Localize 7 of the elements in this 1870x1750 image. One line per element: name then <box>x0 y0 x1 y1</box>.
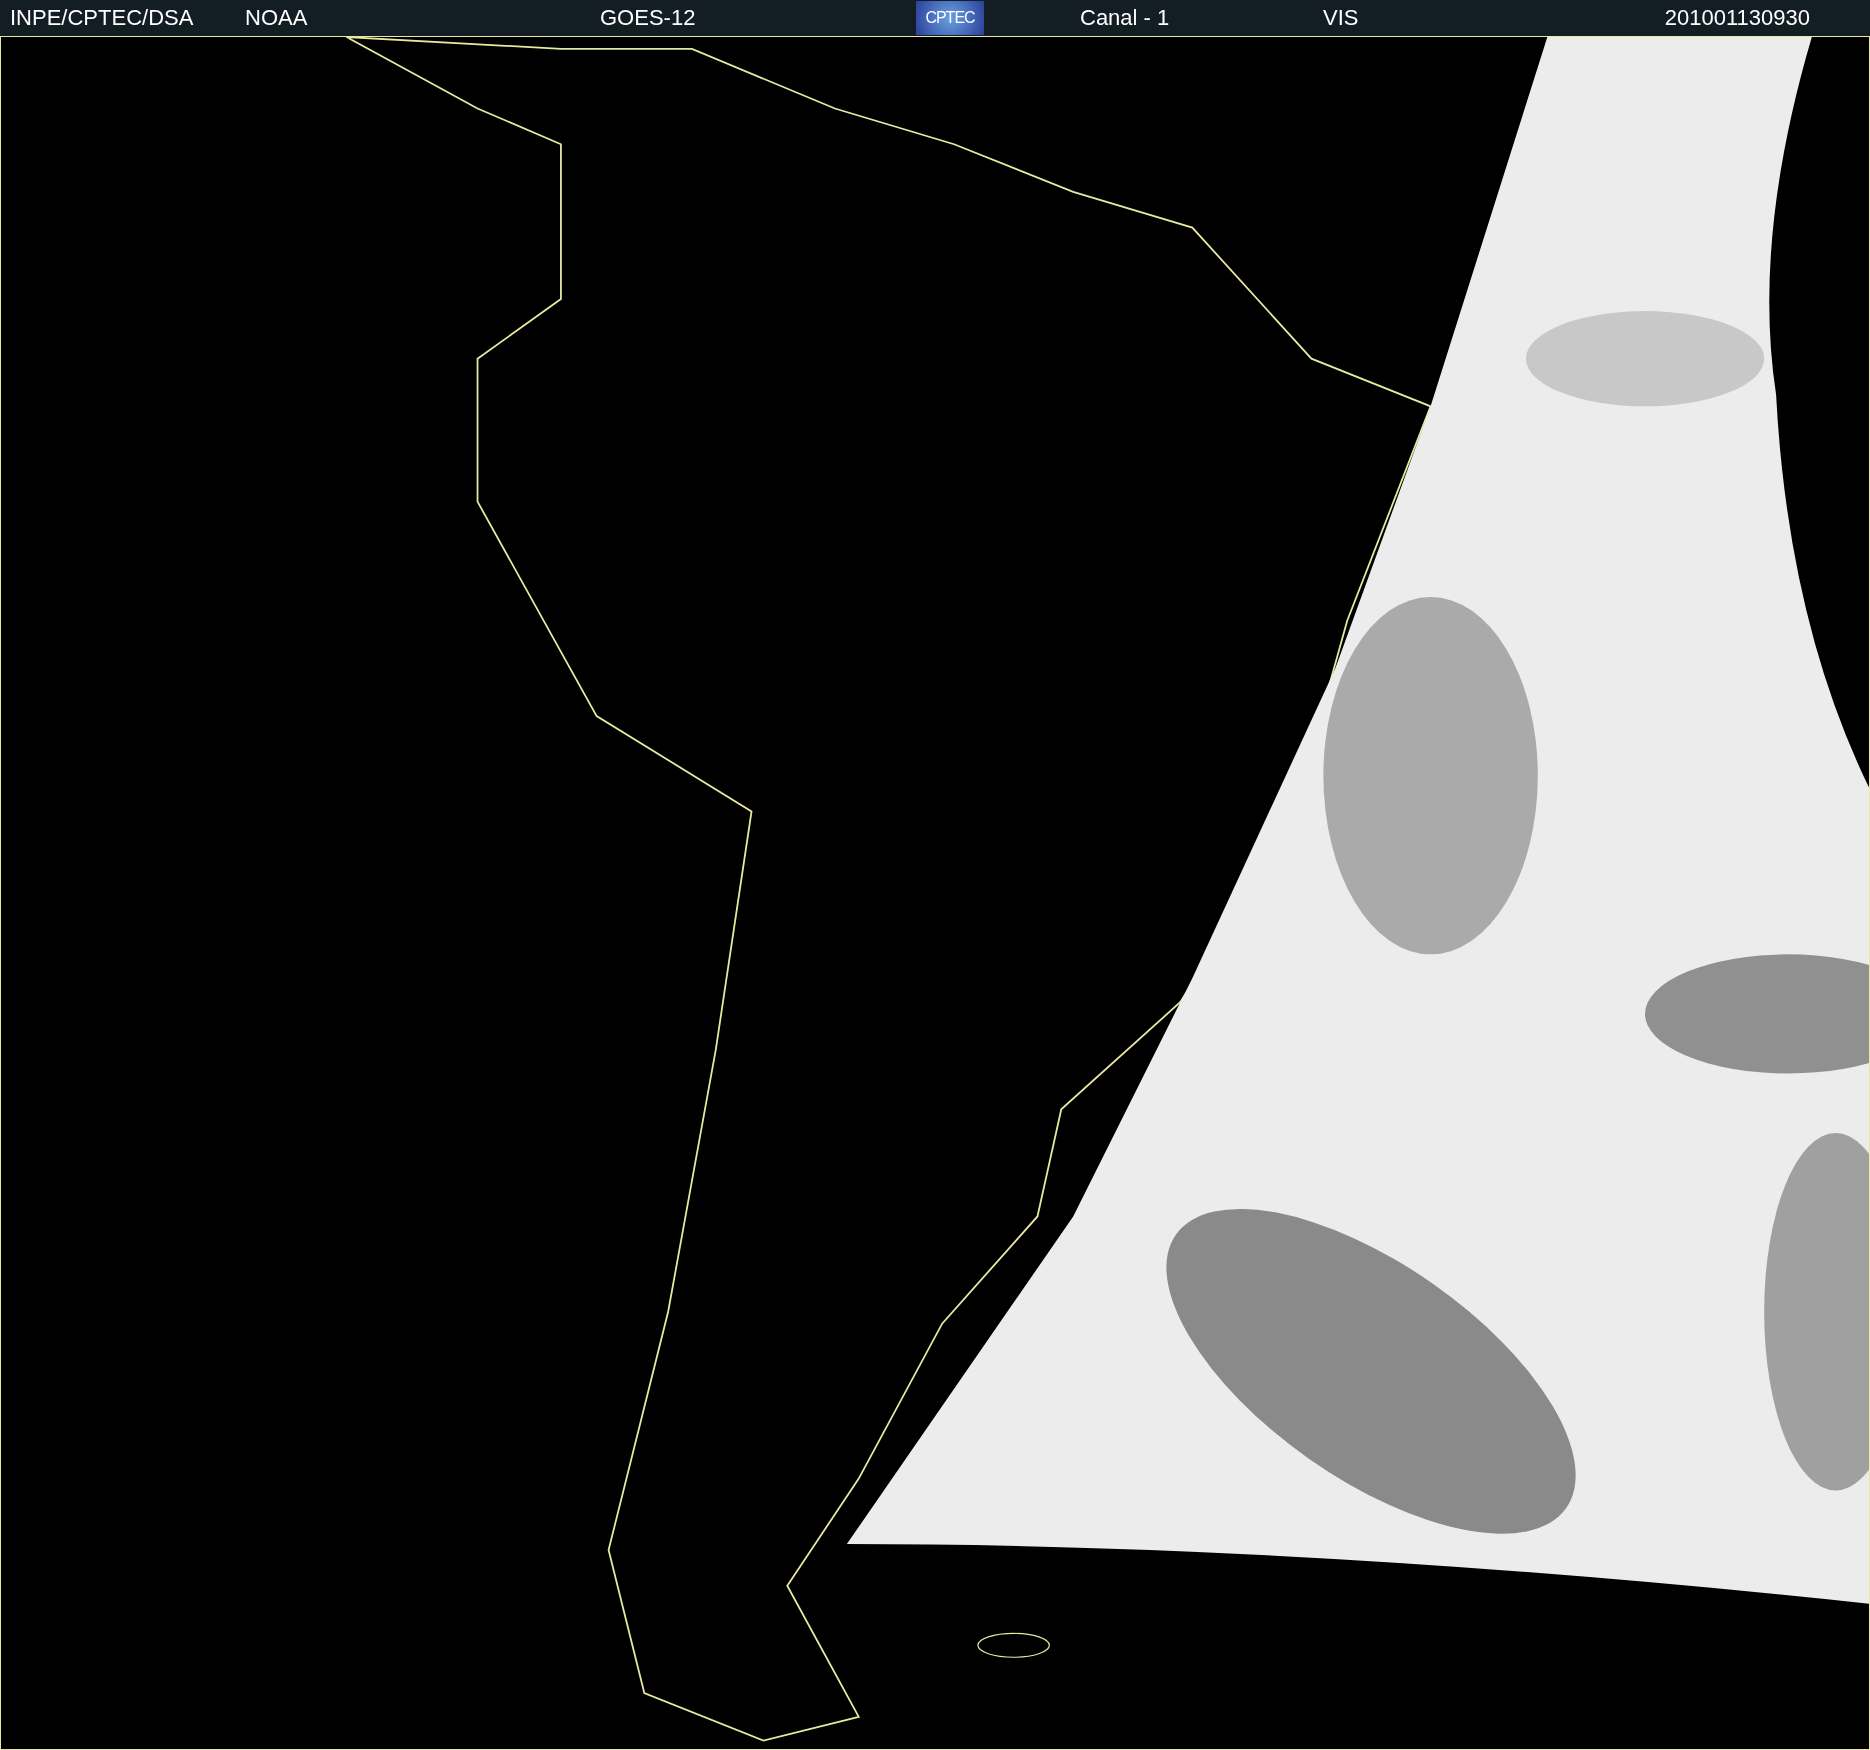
header-label: NOAA <box>245 5 308 31</box>
header-label: INPE/CPTEC/DSA <box>10 5 194 31</box>
band-label: VIS <box>1323 5 1359 31</box>
satellite-label: GOES-12 <box>600 5 696 31</box>
logo: CPTEC <box>916 1 984 35</box>
timestamp: 201001130930 <box>1664 5 1810 31</box>
channel-label: Canal - 1 <box>1080 5 1170 31</box>
